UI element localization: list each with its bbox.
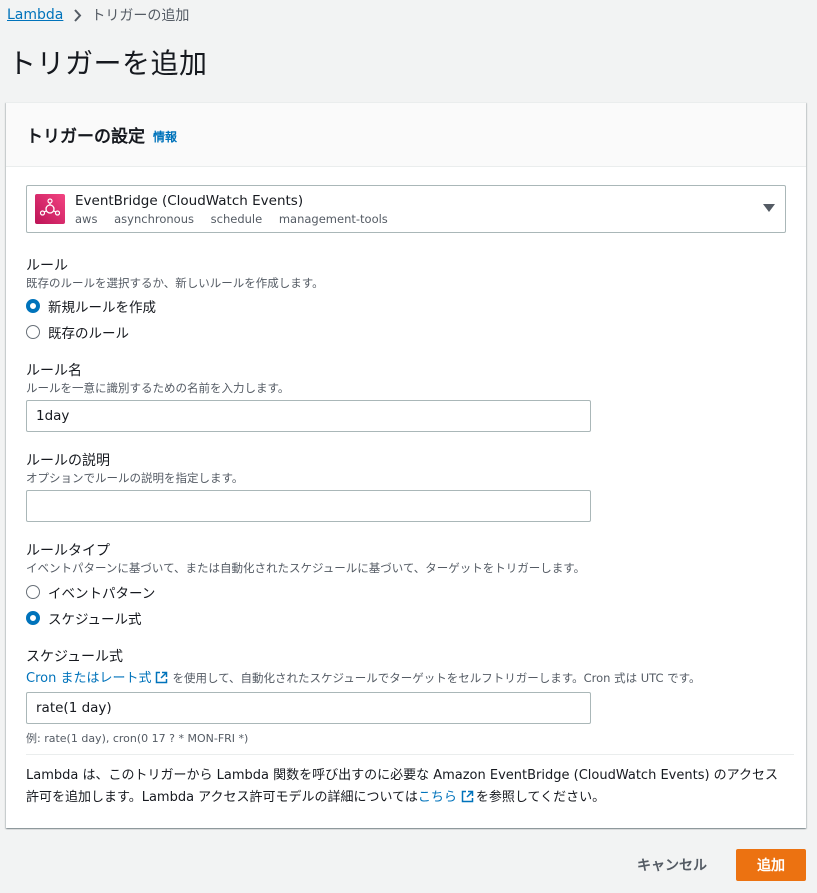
radio-label: イベントパターン [48,586,156,602]
radio-existing-rule[interactable]: 既存のルール [26,322,129,342]
permission-notice: Lambda は、このトリガーから Lambda 関数を呼び出すのに必要な Am… [26,765,786,811]
rule-name-input[interactable] [26,400,591,432]
rule-description-desc: オプションでルールの説明を指定します。 [26,471,244,485]
rule-name-desc: ルールを一意に識別するための名前を入力します。 [26,381,290,395]
rule-description-label: ルールの説明 [26,453,110,469]
rule-type-label: ルールタイプ [26,543,110,559]
radio-button[interactable] [26,585,40,599]
tag: schedule [210,211,263,226]
radio-new-rule[interactable]: 新規ルールを作成 [26,296,156,316]
tag: management-tools [278,211,388,226]
schedule-label: スケジュール式 [26,649,124,665]
panel-header: トリガーの設定 情報 [6,103,806,167]
trigger-source-text: EventBridge (CloudWatch Events) aws asyn… [75,192,401,227]
radio-label: 新規ルールを作成 [48,300,156,316]
cron-rate-link[interactable]: Cron またはレート式 [26,671,151,686]
radio-schedule-expression[interactable]: スケジュール式 [26,608,142,628]
breadcrumb: Lambda トリガーの追加 [7,4,189,26]
schedule-example-hint: 例: rate(1 day), cron(0 17 ? * MON-FRI *) [26,732,249,745]
breadcrumb-current: トリガーの追加 [91,8,190,24]
breadcrumb-lambda-link[interactable]: Lambda [7,7,63,23]
panel-title: トリガーの設定 [26,127,145,147]
external-link-icon [155,671,168,687]
trigger-source-select[interactable]: EventBridge (CloudWatch Events) aws asyn… [26,185,786,233]
permission-model-link[interactable]: こちら [418,790,457,805]
external-link-icon [461,789,474,811]
rule-name-label: ルール名 [26,363,82,379]
radio-label: スケジュール式 [48,612,142,628]
radio-button[interactable] [26,611,40,625]
rule-description-input[interactable] [26,490,591,522]
schedule-expression-input[interactable] [26,692,591,724]
rule-desc: 既存のルールを選択するか、新しいルールを作成します。 [26,276,324,290]
notice-text-end: を参照してください。 [475,790,606,805]
info-link[interactable]: 情報 [153,128,177,145]
tag: aws [75,211,98,226]
eventbridge-icon [35,194,65,224]
radio-button[interactable] [26,325,40,339]
cancel-button[interactable]: キャンセル [622,849,722,881]
radio-event-pattern[interactable]: イベントパターン [26,582,155,602]
page-title: トリガーを追加 [8,47,208,80]
rule-label: ルール [26,258,68,274]
radio-label: 既存のルール [48,326,129,342]
schedule-desc: Cron またはレート式 を使用して、自動化されたスケジュールでターゲットをセルフ… [26,667,701,687]
trigger-source-tags: aws asynchronous schedule management-too… [75,211,401,227]
add-button[interactable]: 追加 [736,849,806,881]
trigger-source-name: EventBridge (CloudWatch Events) [75,192,304,209]
notice-text: Lambda は、このトリガーから Lambda 関数を呼び出すのに必要な Am… [26,768,779,805]
chevron-right-icon [73,8,82,22]
schedule-desc-text: を使用して、自動化されたスケジュールでターゲットをセルフトリガーします。Cron… [172,671,701,685]
trigger-config-panel: トリガーの設定 情報 EventBridge (CloudWatch Event… [6,102,806,828]
radio-button[interactable] [26,299,40,313]
rule-type-desc: イベントパターンに基づいて、または自動化されたスケジュールに基づいて、ターゲット… [26,561,586,575]
divider [26,754,794,755]
caret-down-icon [763,204,775,212]
tag: asynchronous [114,211,194,226]
